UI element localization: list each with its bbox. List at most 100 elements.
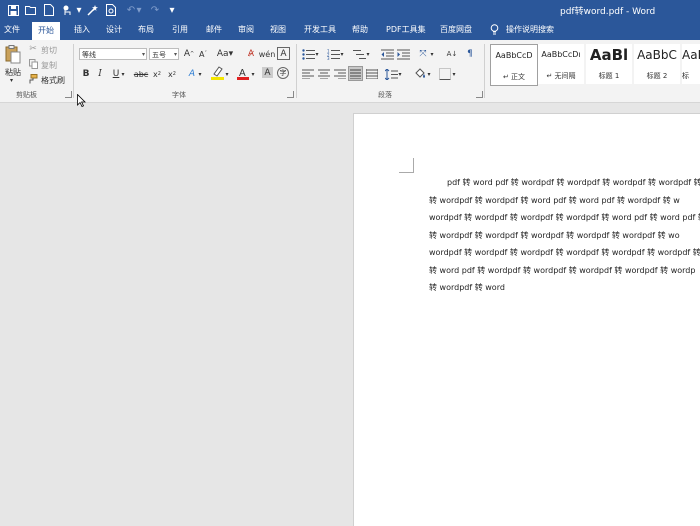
undo-dropdown-icon[interactable]: ▾ [136, 3, 142, 17]
chinese-layout-dropdown-icon[interactable]: ▾ [429, 47, 435, 61]
style-preview: AaBbC [637, 48, 677, 62]
tab-developer[interactable]: 开发工具 [304, 20, 336, 40]
chinese-layout-icon[interactable]: ⤧ [416, 47, 430, 61]
document-line[interactable]: 转 word pdf 转 wordpdf 转 wordpdf 转 wordpdf… [429, 265, 695, 276]
bullets-dropdown-icon[interactable]: ▾ [314, 47, 320, 61]
paste-dropdown-icon[interactable]: ▾ [10, 77, 13, 84]
group-separator [484, 44, 485, 98]
italic-icon[interactable]: I [93, 67, 107, 81]
text-effects-dropdown-icon[interactable]: ▾ [197, 67, 203, 81]
style-no-spacing[interactable]: AaBbCcDı ↵ 无间隔 [538, 44, 584, 84]
bold-icon[interactable]: B [79, 67, 93, 81]
font-color-dropdown-icon[interactable]: ▾ [250, 67, 256, 81]
style-title[interactable]: AaB 标 [682, 44, 700, 84]
underline-dropdown-icon[interactable]: ▾ [120, 67, 126, 81]
tab-pdf-tools[interactable]: PDF工具集 [386, 20, 426, 40]
document-line[interactable]: wordpdf 转 wordpdf 转 wordpdf 转 wordpdf 转 … [429, 247, 700, 258]
touch-mode-icon[interactable] [60, 3, 74, 17]
paste-icon[interactable] [4, 44, 22, 64]
tab-help[interactable]: 帮助 [352, 20, 368, 40]
copy-icon[interactable] [28, 58, 38, 70]
borders-dropdown-icon[interactable]: ▾ [451, 67, 457, 81]
tab-file[interactable]: 文件 [4, 20, 20, 40]
phonetic-guide-icon[interactable]: wén [259, 47, 276, 61]
tab-references[interactable]: 引用 [172, 20, 188, 40]
tab-mailings[interactable]: 邮件 [206, 20, 222, 40]
justify-icon[interactable] [348, 66, 363, 81]
clear-formatting-icon[interactable]: A̷ [244, 47, 258, 61]
font-name-value: 等线 [82, 51, 96, 59]
document-line[interactable]: wordpdf 转 wordpdf 转 wordpdf 转 wordpdf 转 … [429, 212, 700, 223]
character-border-icon[interactable]: A [277, 47, 290, 60]
format-painter-icon[interactable] [28, 73, 38, 85]
tab-insert[interactable]: 插入 [74, 20, 90, 40]
cut-button[interactable]: 剪切 [41, 45, 57, 56]
new-document-icon[interactable] [42, 3, 56, 17]
highlight-icon[interactable] [210, 66, 224, 80]
shading-dropdown-icon[interactable]: ▾ [426, 67, 432, 81]
open-folder-icon[interactable] [24, 3, 38, 17]
character-shading-icon[interactable]: A [262, 67, 273, 78]
clipboard-launcher-icon[interactable] [65, 91, 72, 98]
scissors-icon[interactable]: ✂ [28, 43, 38, 55]
sort-icon[interactable]: A↓ [445, 47, 459, 61]
margin-corner-mark [399, 158, 414, 173]
document-line[interactable]: pdf 转 word pdf 转 wordpdf 转 wordpdf 转 wor… [447, 177, 700, 188]
font-size-combo[interactable]: 五号 ▾ [149, 48, 179, 60]
numbering-icon[interactable]: 123 [326, 47, 340, 61]
tab-view[interactable]: 视图 [270, 20, 286, 40]
multilevel-list-icon[interactable] [352, 47, 366, 61]
strikethrough-icon[interactable]: abc [134, 67, 148, 81]
enclose-characters-icon[interactable]: 字 [277, 67, 289, 79]
document-page[interactable] [353, 113, 700, 526]
align-right-icon[interactable] [333, 67, 347, 81]
save-icon[interactable] [6, 3, 20, 17]
show-marks-icon[interactable]: ¶ [463, 47, 477, 61]
font-color-icon[interactable]: A [236, 66, 250, 80]
tab-layout[interactable]: 布局 [138, 20, 154, 40]
magic-tool-icon[interactable] [86, 3, 100, 17]
style-heading-2[interactable]: AaBbC 标题 2 [634, 44, 680, 84]
superscript-icon[interactable]: x2 [165, 67, 179, 81]
touch-dropdown-icon[interactable]: ▾ [76, 3, 82, 17]
copy-button[interactable]: 复制 [41, 60, 57, 71]
change-case-icon[interactable]: Aa▾ [216, 47, 234, 61]
tab-home[interactable]: 开始 [32, 22, 60, 40]
print-preview-icon[interactable] [104, 3, 118, 17]
redo-icon[interactable]: ↷ [148, 3, 162, 17]
subscript-icon[interactable]: x2 [150, 67, 164, 81]
grow-font-icon[interactable]: A ^ [182, 47, 196, 61]
align-center-icon[interactable] [317, 67, 331, 81]
chevron-down-icon: ▾ [173, 51, 177, 58]
document-line[interactable]: 转 wordpdf 转 word [429, 282, 505, 293]
group-separator [73, 44, 74, 98]
tab-design[interactable]: 设计 [106, 20, 122, 40]
line-spacing-dropdown-icon[interactable]: ▾ [397, 67, 403, 81]
numbering-dropdown-icon[interactable]: ▾ [339, 47, 345, 61]
style-heading-1[interactable]: AaBl 标题 1 [586, 44, 632, 84]
line-spacing-icon[interactable] [384, 67, 398, 81]
multilevel-dropdown-icon[interactable]: ▾ [365, 47, 371, 61]
style-normal[interactable]: AaBbCcD ↵ 正文 [490, 44, 538, 86]
customize-toolbar-icon[interactable]: ▾ [168, 3, 176, 17]
document-line[interactable]: 转 wordpdf 转 wordpdf 转 word pdf 转 word pd… [429, 195, 680, 206]
align-left-icon[interactable] [301, 67, 315, 81]
paragraph-launcher-icon[interactable] [476, 91, 483, 98]
format-painter-button[interactable]: 格式刷 [41, 75, 65, 86]
style-name: 标题 2 [646, 72, 668, 80]
decrease-indent-icon[interactable] [380, 47, 394, 61]
font-name-combo[interactable]: 等线 ▾ [79, 48, 147, 60]
font-launcher-icon[interactable] [287, 91, 294, 98]
bullets-icon[interactable] [301, 47, 315, 61]
borders-icon[interactable] [438, 67, 452, 81]
shading-icon[interactable] [413, 66, 427, 80]
document-line[interactable]: 转 wordpdf 转 wordpdf 转 wordpdf 转 wordpdf … [429, 230, 680, 241]
tab-baidu-netdisk[interactable]: 百度网盘 [440, 20, 472, 40]
shrink-font-icon[interactable]: Aˇ [196, 47, 210, 61]
highlight-dropdown-icon[interactable]: ▾ [224, 67, 230, 81]
increase-indent-icon[interactable] [396, 47, 410, 61]
styles-gallery: AaBbCcD ↵ 正文 AaBbCcDı ↵ 无间隔 AaBl 标题 1 Aa… [488, 44, 700, 86]
tell-me-search[interactable]: 操作说明搜索 [506, 20, 554, 40]
tab-review[interactable]: 审阅 [238, 20, 254, 40]
distributed-icon[interactable] [365, 67, 379, 81]
